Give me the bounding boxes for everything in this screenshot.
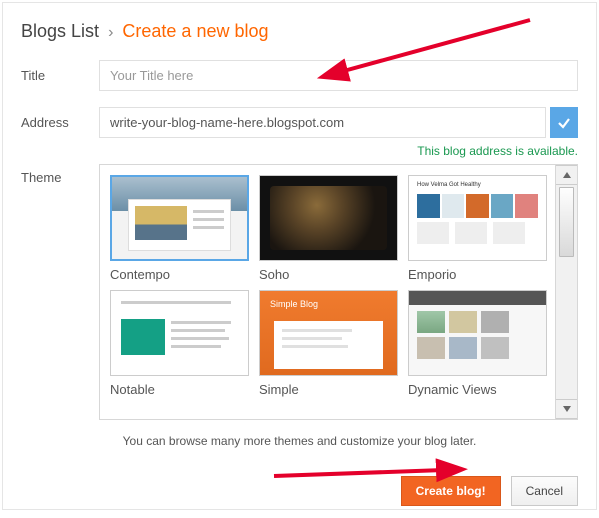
create-blog-button[interactable]: Create blog! <box>401 476 501 506</box>
address-status: This blog address is available. <box>99 144 578 158</box>
theme-name: Soho <box>259 267 398 282</box>
theme-thumbnail <box>259 175 398 261</box>
cancel-button[interactable]: Cancel <box>511 476 578 506</box>
create-blog-dialog: Blogs List › Create a new blog Title Add… <box>2 2 597 510</box>
title-row: Title <box>21 60 578 91</box>
theme-option-notable[interactable]: Notable <box>110 290 249 397</box>
theme-option-contempo[interactable]: Contempo <box>110 175 249 282</box>
address-row: Address This blog address is available. <box>21 107 578 158</box>
title-input[interactable] <box>99 60 578 91</box>
theme-option-dynamic-views[interactable]: Dynamic Views <box>408 290 547 397</box>
scroll-down-button[interactable] <box>556 399 577 419</box>
chevron-right-icon: › <box>108 24 113 41</box>
theme-name: Notable <box>110 382 249 397</box>
theme-thumbnail <box>408 290 547 376</box>
theme-label: Theme <box>21 164 99 420</box>
title-label: Title <box>21 60 99 83</box>
theme-thumbnail <box>110 290 249 376</box>
theme-thumbnail: Simple Blog <box>259 290 398 376</box>
theme-thumbnail: How Velma Got Healthy <box>408 175 547 261</box>
scroll-track[interactable] <box>556 185 577 399</box>
theme-option-soho[interactable]: Soho <box>259 175 398 282</box>
address-input[interactable] <box>99 107 546 138</box>
theme-name: Emporio <box>408 267 547 282</box>
dialog-actions: Create blog! Cancel <box>21 476 578 506</box>
helper-text: You can browse many more themes and cust… <box>21 434 578 448</box>
theme-name: Simple <box>259 382 398 397</box>
address-label: Address <box>21 107 99 130</box>
check-icon <box>550 107 578 138</box>
theme-picker: Contempo Soho How Velma Got Healthy Empo… <box>99 164 578 420</box>
theme-option-emporio[interactable]: How Velma Got Healthy Emporio <box>408 175 547 282</box>
theme-scrollbar[interactable] <box>555 165 577 419</box>
theme-name: Contempo <box>110 267 249 282</box>
breadcrumb-current: Create a new blog <box>122 21 268 41</box>
breadcrumb-root[interactable]: Blogs List <box>21 21 99 41</box>
breadcrumb: Blogs List › Create a new blog <box>21 21 578 42</box>
theme-row: Theme Contempo Soho <box>21 164 578 420</box>
scroll-thumb[interactable] <box>559 187 574 257</box>
theme-name: Dynamic Views <box>408 382 547 397</box>
theme-thumbnail <box>110 175 249 261</box>
scroll-up-button[interactable] <box>556 165 577 185</box>
theme-option-simple[interactable]: Simple Blog Simple <box>259 290 398 397</box>
